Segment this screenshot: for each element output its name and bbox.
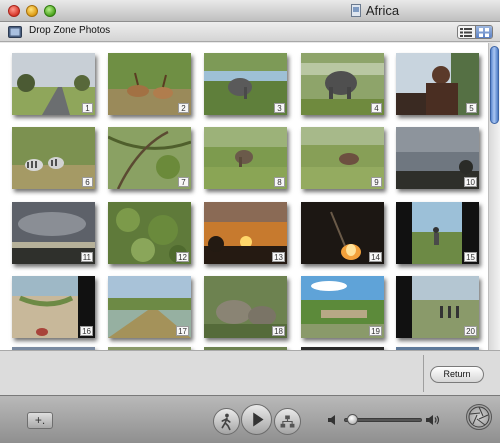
- list-view-icon: [460, 27, 473, 37]
- photo-number-badge: 4: [371, 103, 382, 113]
- lower-panel: Return: [0, 350, 500, 395]
- window-title-area: Africa: [0, 3, 500, 18]
- photo-thumbnail[interactable]: 16: [12, 276, 95, 338]
- walk-button[interactable]: [213, 408, 240, 435]
- photo-thumbnail[interactable]: 10: [396, 127, 479, 189]
- return-button[interactable]: Return: [430, 366, 484, 383]
- photo-number-badge: 12: [176, 252, 189, 262]
- photo-thumbnail[interactable]: 20: [396, 276, 479, 338]
- photo-thumbnail[interactable]: 14: [301, 202, 384, 264]
- volume-high-icon: [426, 415, 440, 425]
- photo-number-badge: 19: [369, 326, 382, 336]
- photo-grid: 1 2 3 4 5 6 7 8 9 10 11 12 13 14 15 16 17 18 19 20: [0, 43, 488, 350]
- title-bar: Africa: [0, 0, 500, 22]
- photo-number-badge: 5: [466, 103, 477, 113]
- photo-number-badge: 8: [274, 177, 285, 187]
- photo-thumbnail[interactable]: 3: [204, 53, 287, 115]
- photo-thumbnail[interactable]: 9: [301, 127, 384, 189]
- photo-number-badge: 2: [178, 103, 189, 113]
- aperture-icon: [468, 406, 490, 428]
- volume-low-icon: [328, 415, 335, 425]
- aperture-button[interactable]: [466, 404, 492, 430]
- photo-number-badge: 13: [272, 252, 285, 262]
- photo-number-badge: 15: [464, 252, 477, 262]
- scrollbar-thumb[interactable]: [490, 46, 499, 124]
- bottom-toolbar: +.: [0, 395, 500, 443]
- photo-number-badge: 17: [176, 326, 189, 336]
- vertical-scrollbar[interactable]: [488, 43, 500, 350]
- volume-slider-knob[interactable]: [347, 414, 359, 425]
- photo-thumbnail[interactable]: 18: [204, 276, 287, 338]
- photo-number-badge: 3: [274, 103, 285, 113]
- photo-number-badge: 1: [82, 103, 93, 113]
- photo-thumbnail[interactable]: 17: [108, 276, 191, 338]
- view-mode-toggle[interactable]: [457, 25, 493, 39]
- photo-thumbnail[interactable]: 12: [108, 202, 191, 264]
- window-title: Africa: [365, 3, 400, 18]
- grid-view-icon: [478, 27, 489, 37]
- photo-thumbnail[interactable]: 7: [108, 127, 191, 189]
- photo-thumbnail[interactable]: 11: [12, 202, 95, 264]
- photo-thumbnail[interactable]: 13: [204, 202, 287, 264]
- header-bar: Drop Zone Photos: [0, 22, 500, 42]
- photo-number-badge: 6: [82, 177, 93, 187]
- photo-number-badge: 9: [371, 177, 382, 187]
- photo-thumbnail[interactable]: 6: [12, 127, 95, 189]
- photo-album-icon: [8, 26, 22, 38]
- photo-thumbnail[interactable]: 4: [301, 53, 384, 115]
- photo-number-badge: 10: [464, 177, 477, 187]
- grid-view-button[interactable]: [474, 26, 492, 38]
- document-proxy-icon: [350, 4, 361, 17]
- photo-number-badge: 11: [80, 252, 93, 262]
- photo-number-badge: 20: [464, 326, 477, 336]
- photo-number-badge: 16: [80, 326, 93, 336]
- volume-control[interactable]: [325, 411, 440, 429]
- panel-divider: [423, 355, 424, 392]
- photo-thumbnail[interactable]: 15: [396, 202, 479, 264]
- add-button[interactable]: +.: [27, 412, 53, 429]
- photo-number-badge: 14: [369, 252, 382, 262]
- photo-thumbnail[interactable]: 5: [396, 53, 479, 115]
- walking-person-icon: [221, 413, 231, 431]
- photo-thumbnail[interactable]: 2: [108, 53, 191, 115]
- play-icon: [253, 412, 264, 427]
- photo-number-badge: 7: [178, 177, 189, 187]
- photo-thumbnail[interactable]: 19: [301, 276, 384, 338]
- play-button[interactable]: [241, 404, 272, 435]
- app-window: Africa Drop Zone Photos 1 2 3 4 5 6 7 8 …: [0, 0, 500, 443]
- photo-thumbnail[interactable]: 8: [204, 127, 287, 189]
- hierarchy-button[interactable]: [274, 408, 301, 435]
- page-title: Drop Zone Photos: [29, 25, 111, 36]
- hierarchy-icon: [280, 415, 295, 428]
- photo-number-badge: 18: [272, 326, 285, 336]
- list-view-button[interactable]: [458, 26, 475, 38]
- photo-thumbnail[interactable]: 1: [12, 53, 95, 115]
